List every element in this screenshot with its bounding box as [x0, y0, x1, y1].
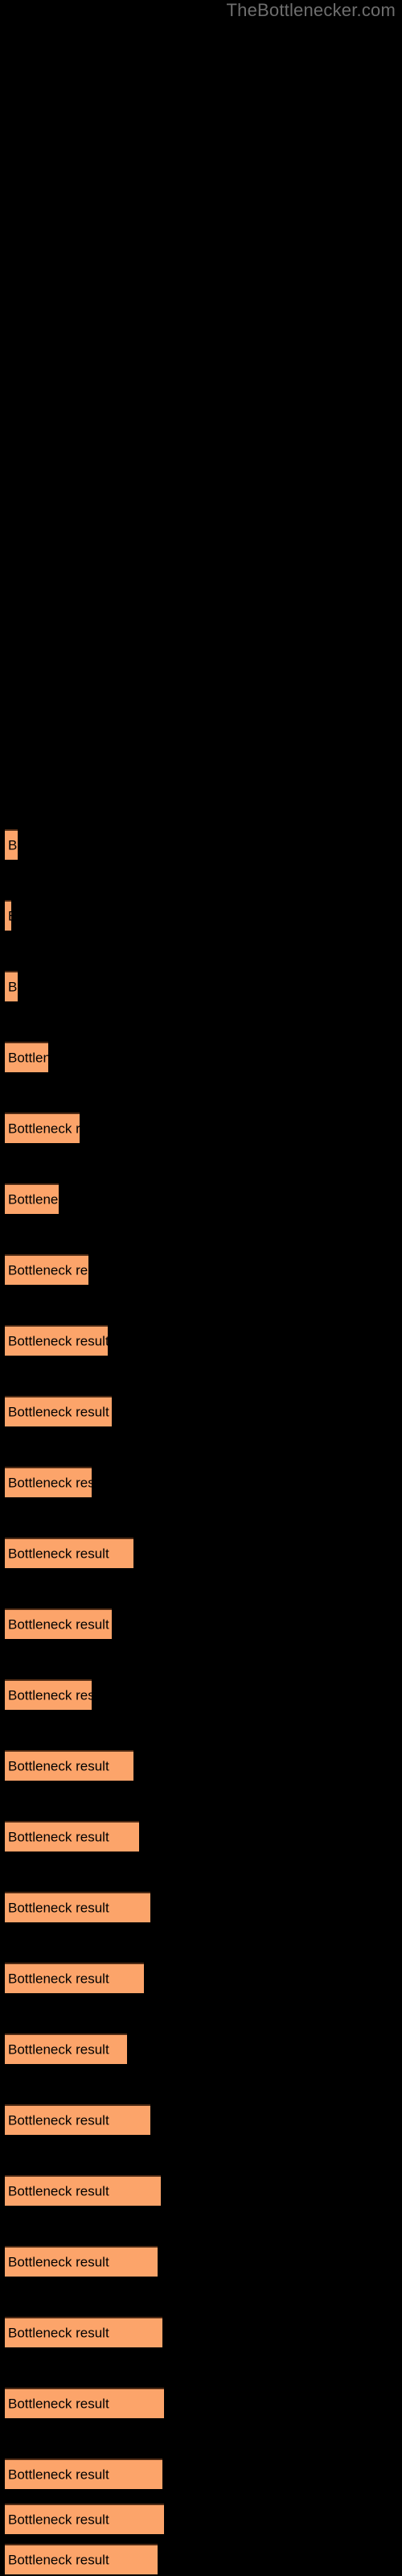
bar-label: Bottleneck result	[8, 2041, 109, 2058]
bar-row: Bottleneck result	[0, 1679, 402, 1710]
bar[interactable]: Bottleneck result	[5, 971, 18, 1001]
bar-label: Bottleneck result	[8, 1546, 109, 1562]
bar[interactable]: Bottleneck result	[5, 1538, 133, 1568]
bar-row: Bottleneck result	[0, 1254, 402, 1285]
bar-row: Bottleneck result	[0, 971, 402, 1001]
bar[interactable]: Bottleneck result	[5, 1183, 59, 1214]
bar-label: Bottleneck result	[8, 1191, 59, 1208]
bar[interactable]: Bottleneck result	[5, 1608, 112, 1639]
bar[interactable]: Bottleneck result	[5, 1892, 150, 1922]
bar-row: Bottleneck result	[0, 900, 402, 931]
bar[interactable]: Bottleneck result	[5, 1963, 144, 1993]
bar[interactable]: Bottleneck result	[5, 1325, 108, 1356]
bottleneck-bar-chart: Bottleneck result Bottleneck result Bottle…	[0, 0, 402, 2576]
bar[interactable]: Bottleneck result	[5, 1396, 112, 1426]
bar-label: Bottleneck result	[8, 2325, 109, 2341]
bar[interactable]: Bottleneck result	[5, 2175, 161, 2206]
bar[interactable]: Bottleneck result	[5, 2544, 158, 2574]
bar-row: Bottleneck result	[0, 1396, 402, 1426]
bar-row: Bottleneck result	[0, 2246, 402, 2277]
bar[interactable]: Bottleneck result	[5, 1821, 139, 1852]
bar-label: Bottleneck result	[8, 2396, 109, 2412]
bar-label: Bottleneck result	[8, 1050, 48, 1066]
bar-row: Bottleneck result	[0, 1042, 402, 1072]
bar-label: Bottleneck result	[8, 1900, 109, 1916]
bar-row: Bottleneck result	[0, 2175, 402, 2206]
bar[interactable]: Bottleneck result	[5, 1467, 92, 1497]
bar-label: Bottleneck result	[8, 1262, 88, 1278]
bar[interactable]: Bottleneck result	[5, 1254, 88, 1285]
bar-label: Bottleneck result	[8, 2183, 109, 2199]
bar-label: Bottleneck result	[8, 1829, 109, 1845]
bar-row: Bottleneck result	[0, 1183, 402, 1214]
bar-label: Bottleneck result	[8, 2467, 109, 2483]
bar-row: Bottleneck result	[0, 1963, 402, 1993]
bar-row: Bottleneck result	[0, 2388, 402, 2418]
bar-label: Bottleneck result	[8, 2254, 109, 2270]
bar[interactable]: Bottleneck result	[5, 2104, 150, 2135]
bar-label: Bottleneck result	[8, 1404, 109, 1420]
bar[interactable]: Bottleneck result	[5, 1113, 80, 1143]
bar-row: Bottleneck result	[0, 1467, 402, 1497]
bar-label: Bottleneck result	[8, 909, 11, 924]
bar-label: Bottleneck result	[8, 1971, 109, 1987]
bar-row: Bottleneck result	[0, 2504, 402, 2534]
bar[interactable]: Bottleneck result	[5, 2317, 162, 2347]
bar-label: Bottleneck result	[8, 2552, 109, 2568]
bar[interactable]: Bottleneck result	[5, 2504, 164, 2534]
bar-row: Bottleneck result	[0, 2544, 402, 2574]
bar-label: Bottleneck result	[8, 1758, 109, 1774]
bar[interactable]: Bottleneck result	[5, 1679, 92, 1710]
bar-row: Bottleneck result	[0, 2317, 402, 2347]
bar-label: Bottleneck result	[8, 979, 18, 995]
bar-row: Bottleneck result	[0, 1538, 402, 1568]
bar-label: Bottleneck result	[8, 2112, 109, 2128]
bar-label: Bottleneck result	[8, 1475, 92, 1491]
bar-label: Bottleneck result	[8, 1616, 109, 1633]
bar[interactable]: Bottleneck result	[5, 1042, 48, 1072]
bar[interactable]: Bottleneck result	[5, 2246, 158, 2277]
bar-label: Bottleneck result	[8, 1333, 108, 1349]
bar-row: Bottleneck result	[0, 1608, 402, 1639]
bar[interactable]: Bottleneck result	[5, 1750, 133, 1781]
bar-row: Bottleneck result	[0, 1750, 402, 1781]
bar-row: Bottleneck result	[0, 1821, 402, 1852]
bar-label: Bottleneck result	[8, 837, 18, 853]
bar-row: Bottleneck result	[0, 2458, 402, 2489]
bar[interactable]: Bottleneck result	[5, 2388, 164, 2418]
bar-row: Bottleneck result	[0, 2104, 402, 2135]
bar[interactable]: Bottleneck result	[5, 2033, 127, 2064]
bar-row: Bottleneck result	[0, 829, 402, 860]
bar[interactable]: Bottleneck result	[5, 829, 18, 860]
bar-label: Bottleneck result	[8, 1687, 92, 1703]
bar-row: Bottleneck result	[0, 2033, 402, 2064]
bar-row: Bottleneck result	[0, 1113, 402, 1143]
bar[interactable]: Bottleneck result	[5, 2458, 162, 2489]
bar[interactable]: Bottleneck result	[5, 900, 11, 931]
bar-row: Bottleneck result	[0, 1892, 402, 1922]
bar-label: Bottleneck result	[8, 1121, 80, 1137]
bar-label: Bottleneck result	[8, 2512, 109, 2528]
bar-row: Bottleneck result	[0, 1325, 402, 1356]
